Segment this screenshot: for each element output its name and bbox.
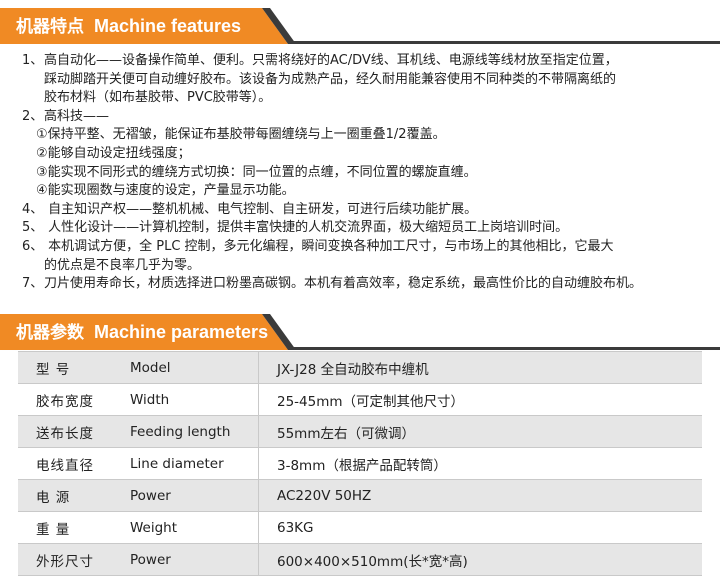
table-row: 外形尺寸 Power 600×400×510mm(长*宽*高) bbox=[18, 543, 702, 576]
feature-item-5: 5、 人性化设计——计算机控制，提供丰富快捷的人机交流界面，极大缩短员工上岗培训… bbox=[22, 220, 569, 236]
params-table: 型 号 Model JX-J28 全自动胶布中缠机 胶布宽度 Width 25-45mm… bbox=[18, 351, 702, 576]
feature-item-6: 6、 本机调试方便，全 PLC 控制，多元化编程，瞬间变换各种加工尺寸，与市场上… bbox=[22, 238, 614, 254]
params-banner: 机器参数 Machine parameters bbox=[0, 314, 720, 350]
features-title-cn: 机器特点 bbox=[16, 17, 84, 37]
feature-subitem: ①保持平整、无褶皱，能保证布基胶带每圈缠绕与上一圈重叠1/2覆盖。 bbox=[36, 127, 446, 143]
feature-subitem: ④能实现圈数与速度的设定，产量显示功能。 bbox=[36, 183, 295, 199]
features-title: 机器特点 Machine features bbox=[16, 8, 241, 44]
feature-subitem: ③能实现不同形式的缠绕方式切换：同一位置的点缠，不同位置的螺旋直缠。 bbox=[36, 164, 477, 180]
table-row: 重 量 Weight 63KG bbox=[18, 511, 702, 544]
table-row: 型 号 Model JX-J28 全自动胶布中缠机 bbox=[18, 351, 702, 384]
feature-item-4: 4、 自主知识产权——整机机械、电气控制、自主研发，可进行后续功能扩展。 bbox=[22, 201, 478, 217]
table-row: 送布长度 Feeding length 55mm左右（可微调） bbox=[18, 415, 702, 448]
feature-item-7: 7、刀片使用寿命长，材质选择进口粉墨高碳钢。本机有着高效率，稳定系统，最高性价比… bbox=[22, 276, 643, 292]
table-row: 电线直径 Line diameter 3-8mm（根据产品配转筒） bbox=[18, 447, 702, 480]
table-row: 胶布宽度 Width 25-45mm（可定制其他尺寸） bbox=[18, 383, 702, 416]
params-title: 机器参数 Machine parameters bbox=[16, 314, 268, 350]
feature-subitem: ②能够自动设定扭线强度； bbox=[36, 145, 191, 161]
params-title-en: Machine parameters bbox=[94, 322, 269, 342]
features-list: 1、高自动化——设备操作简单、便利。只需将绕好的AC/DV线、耳机线、电源线等线… bbox=[22, 52, 712, 294]
table-row: 电 源 Power AC220V 50HZ bbox=[18, 479, 702, 512]
feature-item-2: 2、高科技—— bbox=[22, 108, 110, 124]
params-title-cn: 机器参数 bbox=[16, 323, 84, 343]
feature-item-1: 1、高自动化——设备操作简单、便利。只需将绕好的AC/DV线、耳机线、电源线等线… bbox=[22, 53, 618, 68]
features-banner: 机器特点 Machine features bbox=[0, 8, 720, 44]
features-title-en: Machine features bbox=[94, 16, 242, 36]
